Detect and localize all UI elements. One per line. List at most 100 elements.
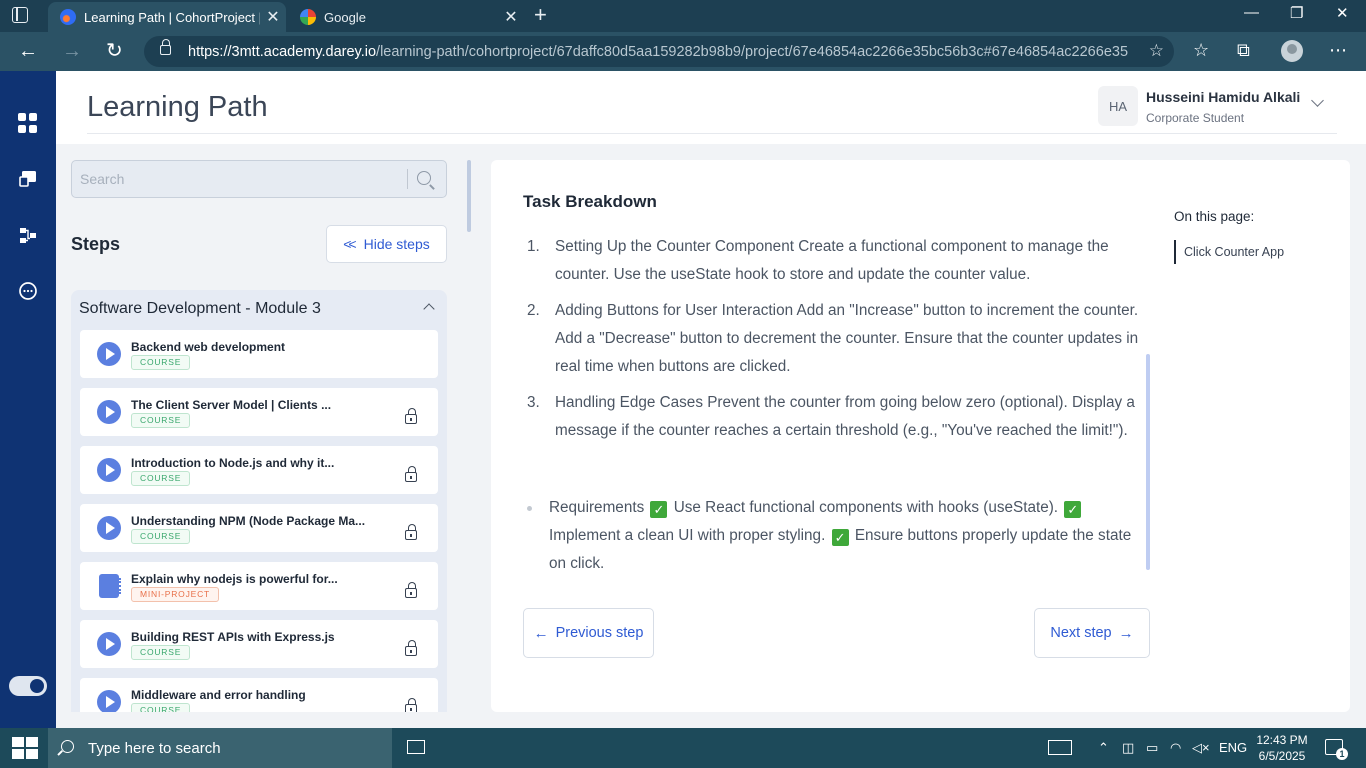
step-badge: MINI-PROJECT — [131, 587, 220, 602]
tab-title: Google — [324, 9, 366, 25]
browser-tab-bar: Learning Path | CohortProject | D ✕ Goog… — [0, 0, 1366, 32]
notification-count: 1 — [1336, 748, 1348, 760]
check-icon: ✓ — [831, 529, 849, 546]
task-view-icon[interactable] — [407, 740, 425, 754]
toc-item[interactable]: Click Counter App — [1174, 240, 1284, 264]
tab-actions-icon[interactable] — [12, 7, 28, 23]
play-icon — [97, 400, 121, 424]
chat-icon[interactable] — [18, 281, 38, 301]
language-indicator[interactable]: ENG — [1219, 740, 1247, 755]
keyboard-icon[interactable] — [1048, 740, 1072, 755]
step-name: Building REST APIs with Express.js — [131, 630, 335, 644]
meet-icon[interactable]: ◫ — [1122, 740, 1134, 756]
step-badge: COURSE — [131, 471, 191, 486]
taskbar-search[interactable]: Type here to search — [48, 728, 392, 768]
battery-icon[interactable]: ▭ — [1146, 740, 1158, 756]
task-item: 1. Setting Up the Counter Component Crea… — [527, 233, 1145, 289]
avatar[interactable]: HA — [1098, 86, 1138, 126]
search-icon — [61, 740, 74, 753]
dashboard-icon[interactable] — [18, 113, 38, 133]
task-text: Adding Buttons for User Interaction Add … — [555, 302, 1139, 375]
hide-steps-label: Hide steps — [363, 236, 430, 252]
collections-icon[interactable]: ⧉ — [1237, 40, 1250, 61]
steps-heading: Steps — [71, 234, 121, 254]
task-list: 1. Setting Up the Counter Component Crea… — [527, 233, 1145, 453]
step-item[interactable]: Middleware and error handling COURSE — [80, 678, 438, 712]
previous-step-button[interactable]: ← Previous step — [523, 608, 654, 658]
search-input[interactable] — [72, 161, 406, 197]
profile-avatar-icon[interactable] — [1281, 40, 1303, 62]
learning-icon[interactable] — [18, 169, 38, 189]
back-icon[interactable]: ← — [18, 40, 38, 62]
clock[interactable]: 12:43 PM 6/5/2025 — [1254, 732, 1310, 764]
settings-menu-icon[interactable]: ⋯ — [1329, 40, 1347, 61]
browser-address-bar: ← → ↻ https://3mtt.academy.darey.io/lear… — [0, 32, 1366, 71]
window-close-icon[interactable]: ✕ — [1336, 4, 1349, 22]
search-divider — [407, 169, 408, 189]
user-role: Corporate Student — [1146, 111, 1245, 125]
search-icon[interactable] — [417, 171, 431, 185]
main-content-panel: Task Breakdown 1. Setting Up the Counter… — [491, 160, 1350, 712]
url-host: https://3mtt.academy.darey.io — [188, 44, 377, 60]
step-item[interactable]: Building REST APIs with Express.js COURS… — [80, 620, 438, 668]
clock-date: 6/5/2025 — [1258, 749, 1306, 763]
step-list: Backend web development COURSE The Clien… — [80, 330, 438, 712]
content-scrollbar[interactable] — [1146, 354, 1150, 570]
step-item[interactable]: Introduction to Node.js and why it... CO… — [80, 446, 438, 494]
url-field[interactable]: https://3mtt.academy.darey.io/learning-p… — [144, 36, 1174, 67]
lock-icon — [405, 582, 417, 598]
close-tab-icon[interactable]: ✕ — [498, 7, 524, 27]
task-item: 2. Adding Buttons for User Interaction A… — [527, 297, 1145, 381]
chevron-up-icon[interactable] — [423, 303, 435, 315]
check-icon: ✓ — [1064, 501, 1082, 518]
hierarchy-icon[interactable] — [18, 225, 38, 245]
windows-start-icon[interactable] — [12, 737, 38, 759]
user-name: Husseini Hamidu Alkali — [1146, 89, 1301, 105]
tab-learning-path[interactable]: Learning Path | CohortProject | D ✕ — [48, 2, 286, 32]
sidebar-scrollbar[interactable] — [467, 160, 471, 232]
previous-step-label: Previous step — [555, 625, 644, 641]
step-name: Backend web development — [131, 340, 286, 354]
step-badge: COURSE — [131, 413, 191, 428]
search-box — [71, 160, 447, 198]
step-badge: COURSE — [131, 703, 191, 712]
step-item[interactable]: Understanding NPM (Node Package Ma... CO… — [80, 504, 438, 552]
google-favicon-icon — [300, 9, 316, 25]
theme-toggle[interactable] — [9, 676, 47, 696]
next-step-button[interactable]: Next step → — [1034, 608, 1150, 658]
module-panel: Software Development - Module 3 Backend … — [71, 290, 447, 712]
hide-steps-button[interactable]: << Hide steps — [326, 225, 447, 263]
step-item[interactable]: The Client Server Model | Clients ... CO… — [80, 388, 438, 436]
tab-title: Learning Path | CohortProject | D — [84, 9, 260, 25]
app-nav-rail — [0, 71, 56, 728]
next-step-label: Next step — [1050, 625, 1112, 641]
task-number: 3. — [527, 394, 540, 411]
close-tab-icon[interactable]: ✕ — [260, 7, 286, 27]
step-item[interactable]: Explain why nodejs is powerful for... MI… — [80, 562, 438, 610]
add-favorite-icon[interactable]: ☆ — [1149, 41, 1164, 61]
arrow-right-icon: → — [1118, 624, 1134, 642]
tab-google[interactable]: Google ✕ — [288, 2, 524, 32]
forward-icon[interactable]: → — [62, 40, 82, 62]
chevron-up-icon[interactable]: ⌃ — [1098, 740, 1109, 756]
lock-icon[interactable] — [160, 39, 171, 55]
wifi-icon[interactable]: ◠ — [1170, 740, 1181, 756]
lock-icon — [405, 466, 417, 482]
module-title[interactable]: Software Development - Module 3 — [79, 300, 321, 318]
play-icon — [97, 516, 121, 540]
taskbar-search-placeholder: Type here to search — [88, 740, 221, 757]
reload-icon[interactable]: ↻ — [106, 40, 123, 62]
requirements-item: Requirements ✓ Use React functional comp… — [527, 494, 1149, 578]
step-name: Middleware and error handling — [131, 688, 306, 702]
step-item[interactable]: Backend web development COURSE — [80, 330, 438, 378]
volume-icon[interactable]: ◁× — [1192, 740, 1210, 756]
favorites-icon[interactable]: ☆ — [1193, 40, 1209, 61]
restore-icon[interactable]: ❐ — [1290, 4, 1303, 22]
minimize-icon[interactable]: — — [1244, 4, 1259, 21]
new-tab-icon[interactable]: + — [534, 4, 547, 26]
chevron-down-icon[interactable] — [1311, 94, 1324, 107]
notebook-icon — [99, 574, 121, 598]
play-icon — [97, 342, 121, 366]
task-number: 2. — [527, 302, 540, 319]
clock-time: 12:43 PM — [1256, 733, 1308, 747]
